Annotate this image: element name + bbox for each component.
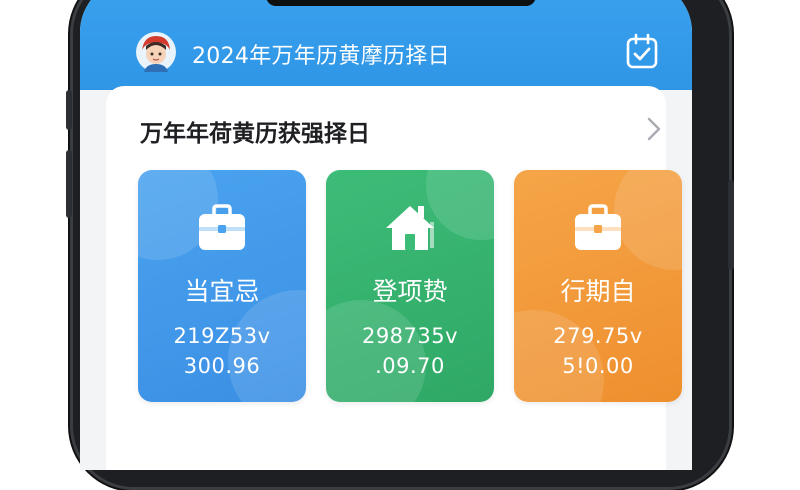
briefcase-icon xyxy=(194,200,250,256)
phone-side-button-right xyxy=(728,180,734,270)
card-value-primary: 279.75v xyxy=(553,324,643,348)
house-icon xyxy=(382,200,438,256)
card-value-secondary: .09.70 xyxy=(375,354,445,378)
phone-side-button-left xyxy=(66,90,72,130)
card-value-secondary: 300.96 xyxy=(183,354,261,378)
briefcase-icon xyxy=(570,200,626,256)
card-label: 当宜忌 xyxy=(184,277,260,306)
card-value-secondary: 5!0.00 xyxy=(562,354,634,378)
card-label: 登项贽 xyxy=(372,277,448,306)
phone-screen: 2024年万年历黄摩历择日 万年年荷黄历获强择日 当宜忌 219Z53v 300… xyxy=(80,0,692,470)
girl-avatar-icon xyxy=(136,32,176,72)
phone-side-button-left-2 xyxy=(66,150,72,218)
section-title: 万年年荷黄历获强择日 xyxy=(140,121,370,147)
phone-notch xyxy=(266,0,536,6)
calendar-check-icon[interactable] xyxy=(624,32,660,70)
card-value-primary: 219Z53v xyxy=(173,324,271,348)
card-dengxiang[interactable]: 登项贽 298735v .09.70 xyxy=(326,170,494,402)
card-decoration xyxy=(326,300,426,402)
card-value-primary: 298735v xyxy=(361,324,459,348)
app-title: 2024年万年历黄摩历择日 xyxy=(192,44,450,69)
chevron-right-icon[interactable] xyxy=(644,116,664,142)
app-header: 2024年万年历黄摩历择日 xyxy=(80,0,692,90)
main-panel: 万年年荷黄历获强择日 当宜忌 219Z53v 300.96 登项贽 298735… xyxy=(106,86,682,470)
card-yiji[interactable]: 当宜忌 219Z53v 300.96 xyxy=(138,170,306,402)
card-label: 行期自 xyxy=(560,277,636,306)
card-xingqi[interactable]: 行期自 279.75v 5!0.00 xyxy=(514,170,682,402)
